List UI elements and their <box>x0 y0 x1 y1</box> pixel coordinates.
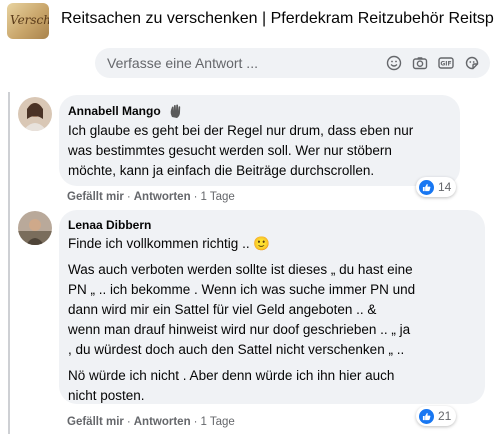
wave-hand-icon <box>170 104 181 118</box>
like-link[interactable]: Gefällt mir <box>67 191 124 203</box>
reaction-count: 14 <box>438 180 452 194</box>
like-reaction-icon <box>419 179 434 195</box>
comment-text: Was auch verboten werden sollte ist dies… <box>68 262 416 357</box>
reply-link[interactable]: Antworten <box>134 191 191 203</box>
reaction-summary[interactable]: 21 <box>416 406 457 426</box>
avatar[interactable] <box>18 211 52 245</box>
camera-icon[interactable] <box>412 55 428 71</box>
comment-text: Finde ich vollkommen richtig .. 🙂 <box>68 236 271 251</box>
reply-input[interactable]: Verfasse eine Antwort ... GIF <box>95 48 490 78</box>
comment-time[interactable]: 1 Tage <box>200 191 234 203</box>
gif-icon[interactable]: GIF <box>438 55 454 71</box>
group-header: Verschen Reitsachen zu verschenken | Pfe… <box>0 0 501 42</box>
comment-author[interactable]: Lenaa Dibbern <box>68 218 151 232</box>
comment-annabell: Annabell Mango Ich glaube es geht bei de… <box>0 92 501 208</box>
comment-author[interactable]: Annabell Mango <box>68 103 184 119</box>
reaction-summary[interactable]: 14 <box>416 177 457 197</box>
comment-lenaa: Lenaa Dibbern Finde ich vollkommen richt… <box>0 208 501 434</box>
sticker-icon[interactable] <box>464 55 480 71</box>
comment-bubble: Lenaa Dibbern Finde ich vollkommen richt… <box>59 210 485 404</box>
like-link[interactable]: Gefällt mir <box>67 416 124 428</box>
comment-bubble: Annabell Mango Ich glaube es geht bei de… <box>59 95 460 186</box>
group-thumbnail[interactable]: Verschen <box>7 3 49 39</box>
group-thumbnail-text: Verschen <box>10 13 49 27</box>
smiley-icon[interactable] <box>386 55 402 71</box>
comment-text: Ich glaube es geht bei der Regel nur dru… <box>68 123 414 178</box>
svg-text:GIF: GIF <box>440 61 451 68</box>
reply-placeholder: Verfasse eine Antwort ... <box>107 55 258 71</box>
avatar[interactable] <box>18 97 52 131</box>
group-title[interactable]: Reitsachen zu verschenken | Pferdekram R… <box>61 10 494 28</box>
comment-actions: Gefällt mir · Antworten · 1 Tage <box>67 191 235 203</box>
comment-time[interactable]: 1 Tage <box>200 416 234 428</box>
reply-tools: GIF <box>386 55 480 71</box>
reply-link[interactable]: Antworten <box>134 416 191 428</box>
comment-actions: Gefällt mir · Antworten · 1 Tage <box>67 416 235 428</box>
reaction-count: 21 <box>438 409 452 423</box>
reply-composer: Verfasse eine Antwort ... GIF <box>0 43 501 91</box>
comment-text: Nö würde ich nicht . Aber denn würde ich… <box>68 368 395 403</box>
like-reaction-icon <box>419 408 434 424</box>
